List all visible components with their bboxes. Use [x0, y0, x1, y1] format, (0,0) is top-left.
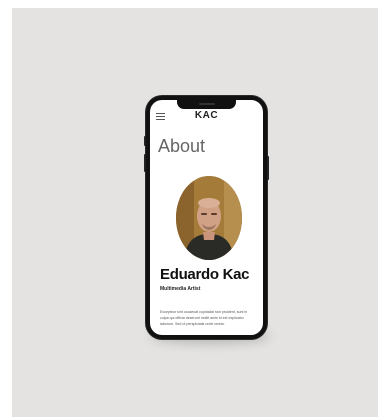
phone-mockup: KAC About Eduardo Kac Multimedia Artist … [144, 96, 269, 339]
avatar [176, 176, 242, 260]
phone-screen: KAC About Eduardo Kac Multimedia Artist … [150, 100, 263, 335]
profile-name: Eduardo Kac [160, 266, 250, 283]
portrait-image [176, 176, 242, 260]
speaker-grille [199, 103, 215, 105]
profile-bio: Excepteur sint occaecat cupidatat non pr… [160, 310, 248, 326]
phone-side-button [144, 136, 146, 146]
profile-role: Multimedia Artist [160, 286, 201, 292]
page-title: About [158, 136, 206, 156]
app-header: KAC [150, 108, 263, 124]
brand-logo[interactable]: KAC [150, 110, 263, 121]
phone-side-button [267, 156, 269, 180]
phone-notch [177, 100, 236, 109]
phone-side-button [144, 154, 146, 172]
